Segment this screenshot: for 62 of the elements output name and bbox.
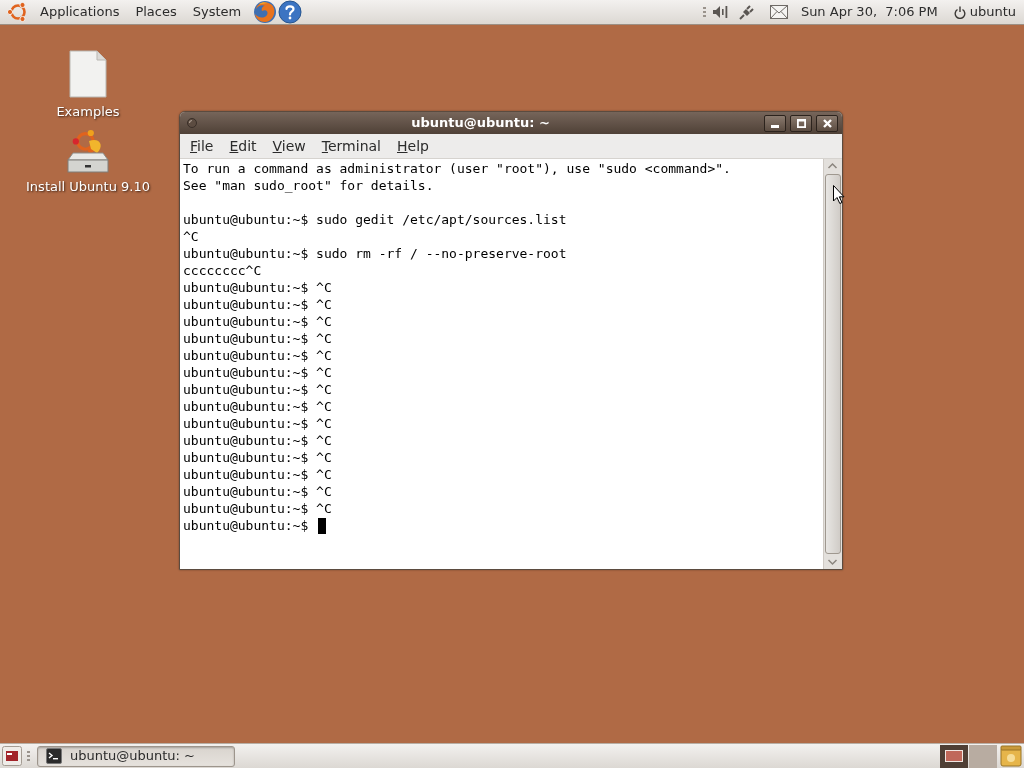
panel-handle-icon — [702, 7, 706, 17]
terminal-line: ubuntu@ubuntu:~$ ^C — [183, 432, 333, 449]
maximize-icon — [796, 118, 806, 128]
terminal-prompt: ubuntu@ubuntu:~$ — [183, 517, 309, 534]
window-menu-item[interactable]: View — [264, 135, 314, 157]
maximize-button[interactable] — [790, 114, 812, 132]
terminal-line: ubuntu@ubuntu:~$ ^C — [183, 279, 333, 296]
terminal-line: ubuntu@ubuntu:~$ ^C — [183, 347, 333, 364]
terminal-line: ubuntu@ubuntu:~$ ^C — [183, 500, 333, 517]
text-cursor — [318, 517, 327, 534]
window-title-bar[interactable]: ubuntu@ubuntu: ~ — [180, 112, 842, 134]
window-title: ubuntu@ubuntu: ~ — [411, 114, 550, 132]
terminal-line: ubuntu@ubuntu:~$ ^C — [183, 364, 333, 381]
network-icon[interactable] — [737, 3, 756, 21]
volume-icon[interactable] — [711, 4, 728, 20]
scrollbar-track[interactable] — [823, 159, 842, 569]
power-icon — [953, 5, 966, 19]
panel-menu[interactable]: System — [184, 0, 250, 24]
terminal-line: See "man sudo_root" for details. — [183, 177, 435, 194]
mail-icon[interactable] — [769, 5, 788, 19]
terminal-line: ^C — [183, 228, 200, 245]
window-menu-item[interactable]: Terminal — [313, 135, 389, 157]
terminal-icon — [46, 748, 62, 764]
terminal-line: ubuntu@ubuntu:~$ ^C — [183, 296, 333, 313]
terminal-line: ubuntu@ubuntu:~$ ^C — [183, 398, 333, 415]
document-icon[interactable] — [68, 50, 108, 98]
terminal-line: cccccccc^C — [183, 262, 263, 279]
desktop-icon-label[interactable]: Examples — [56, 104, 120, 120]
close-button[interactable] — [816, 114, 838, 132]
taskbar-button[interactable]: ubuntu@ubuntu: ~ — [37, 745, 235, 767]
panel-menu[interactable]: Places — [127, 0, 185, 24]
scrollbar-thumb[interactable] — [825, 174, 841, 554]
desktop-icon-label[interactable]: Install Ubuntu 9.10 — [26, 179, 150, 195]
terminal-line: ubuntu@ubuntu:~$ ^C — [183, 330, 333, 347]
user-menu[interactable]: ubuntu — [945, 0, 1024, 24]
firefox-icon[interactable] — [253, 0, 278, 24]
workspace-switcher-tile[interactable] — [969, 744, 997, 768]
window-menu-item[interactable]: Edit — [221, 135, 265, 157]
window-thumbnail — [945, 750, 963, 762]
close-icon — [822, 118, 832, 128]
minimize-button[interactable] — [764, 114, 786, 132]
terminal-line: ubuntu@ubuntu:~$ sudo rm -rf / --no-preserve-root — [183, 245, 568, 262]
window-menu-icon[interactable] — [187, 118, 197, 128]
terminal-line: ubuntu@ubuntu:~$ ^C — [183, 483, 333, 500]
terminal-line: ubuntu@ubuntu:~$ ^C — [183, 313, 333, 330]
help-icon[interactable] — [278, 0, 303, 24]
trash-icon[interactable] — [1000, 745, 1022, 767]
mouse-pointer-icon — [833, 185, 845, 204]
clock[interactable]: Sun Apr 30, 7:06 PM — [792, 0, 946, 24]
workspace-switcher-tile[interactable] — [940, 744, 968, 768]
terminal-line: ubuntu@ubuntu:~$ ^C — [183, 466, 333, 483]
window-menu-item[interactable]: Help — [389, 135, 437, 157]
window-menu-item[interactable]: File — [182, 135, 222, 157]
terminal-line: ubuntu@ubuntu:~$ ^C — [183, 381, 333, 398]
terminal-line: ubuntu@ubuntu:~$ sudo gedit /etc/apt/sources.list — [183, 211, 568, 228]
terminal-line: ubuntu@ubuntu:~$ ^C — [183, 449, 333, 466]
panel-handle-icon — [27, 751, 30, 761]
terminal-line: ubuntu@ubuntu:~$ ^C — [183, 415, 333, 432]
show-desktop-icon[interactable] — [2, 746, 22, 766]
panel-menu[interactable]: Applications — [32, 0, 128, 24]
terminal-line: To run a command as administrator (user "root"), use "sudo <command>". — [183, 160, 732, 177]
minimize-icon — [771, 124, 779, 128]
